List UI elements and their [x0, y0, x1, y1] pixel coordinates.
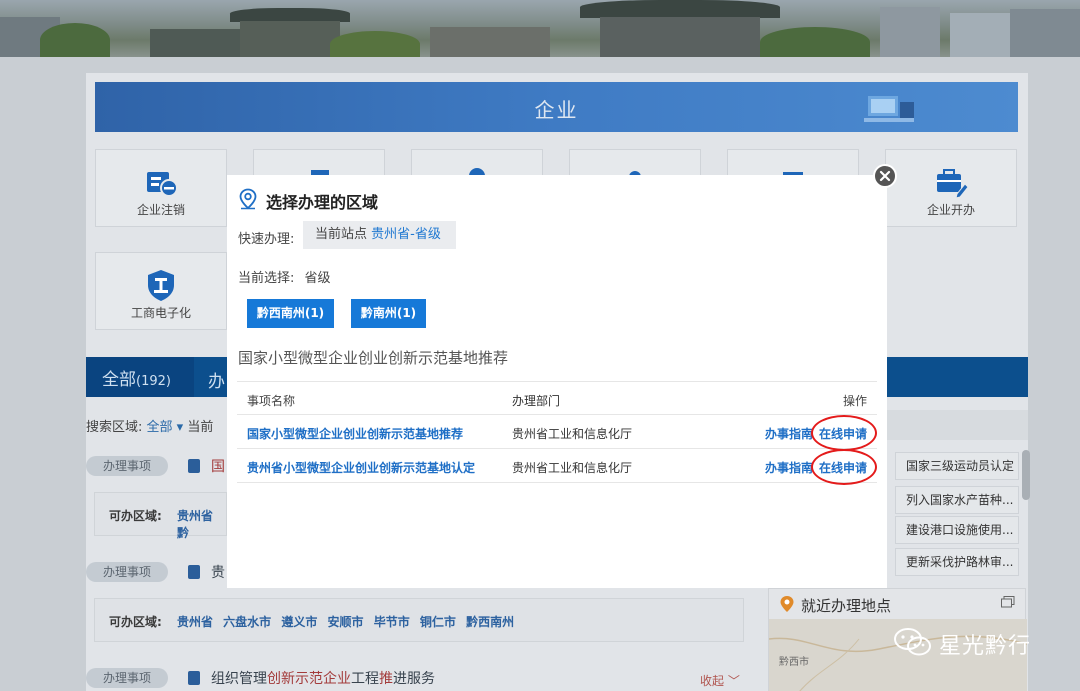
item-dept: 贵州省工业和信息化厅 [512, 461, 633, 475]
region-button-qianxinan[interactable]: 黔西南州(1) [247, 299, 334, 328]
id-card-minus-icon [147, 172, 178, 197]
side-list-header [887, 410, 1028, 440]
collapse-toggle[interactable]: 收起 ﹀ [700, 672, 740, 689]
bookmark-icon [188, 671, 200, 685]
region-label: 可办区域: [109, 509, 162, 523]
item-actions: 办事指南 在线申请 [765, 415, 877, 451]
region-button-qiannan[interactable]: 黔南州(1) [351, 299, 426, 328]
bookmark-icon [188, 459, 200, 473]
title-part: 组织管理 [211, 671, 267, 687]
tab-all[interactable]: 全部(192) [86, 357, 194, 397]
briefcase-edit-icon [937, 169, 969, 199]
watermark-text: 星光黔行 [939, 634, 1032, 659]
title-highlight: 创新示范企业 [267, 671, 351, 687]
side-list-item[interactable]: 列入国家水产苗种... [895, 486, 1019, 514]
map-label: 黔西市 [779, 657, 809, 668]
tile-enterprise-open[interactable]: 企业开办 [885, 149, 1017, 227]
title-part: 进服务 [393, 671, 435, 687]
tab-handle[interactable]: 办 [208, 367, 225, 392]
quick-handle-label: 快速办理: [238, 232, 295, 247]
site-prefix: 当前站点 [315, 227, 368, 242]
wechat-icon [894, 628, 931, 656]
side-list-item[interactable]: 国家三级运动员认定 [895, 452, 1019, 480]
site-value: 贵州省-省级 [371, 227, 441, 242]
highlight-circle [810, 415, 877, 451]
tile-label: 企业注销 [136, 203, 185, 217]
close-icon[interactable] [873, 164, 897, 188]
computer-illustration-icon [864, 96, 914, 122]
apply-online-link[interactable]: 在线申请 [810, 415, 877, 451]
apply-online-link[interactable]: 在线申请 [810, 449, 877, 485]
bookmark-icon [188, 565, 200, 579]
row-tag: 办理事项 [86, 668, 168, 688]
row-title[interactable]: 国 [211, 456, 225, 476]
search-area-filter: 搜索区域: 全部 ▾ 当前 [86, 416, 213, 435]
header-action: 操作 [842, 394, 867, 408]
tile-business-electronic[interactable]: 工商电子化 [95, 252, 227, 330]
current-selection-label: 当前选择: [238, 271, 295, 286]
search-area-select[interactable]: 全部 ▾ [147, 420, 184, 435]
row-title[interactable]: 组织管理创新示范企业工程推进服务 [211, 668, 435, 688]
tab-all-label: 全部 [102, 370, 136, 390]
tile-label: 企业开办 [926, 203, 975, 217]
table-header: 事项名称 办理部门 操作 [237, 381, 877, 415]
current-selection: 当前选择: 省级 [238, 267, 331, 286]
window-copy-icon[interactable] [1001, 596, 1015, 608]
header-name: 事项名称 [247, 394, 296, 408]
search-area-label: 搜索区域: [86, 420, 143, 435]
search-current-label: 当前 [187, 420, 214, 435]
category-hero: 企业 [95, 82, 1018, 132]
row-tag: 办理事项 [86, 562, 168, 582]
guide-link[interactable]: 办事指南 [765, 461, 813, 475]
region-values: 贵州省 黔 [177, 509, 214, 540]
header-dept: 办理部门 [512, 394, 561, 408]
item-name-link[interactable]: 国家小型微型企业创业创新示范基地推荐 [247, 425, 463, 442]
guide-link[interactable]: 办事指南 [765, 427, 813, 441]
region-box: 可办区域: 贵州省 黔 [94, 492, 227, 540]
title-highlight: 推 [379, 671, 393, 687]
header-banner [0, 0, 1080, 57]
nearby-title: 就近办理地点 [801, 597, 892, 615]
highlight-circle [810, 449, 877, 485]
item-name-link[interactable]: 贵州省小型微型企业创业创新示范基地认定 [247, 459, 475, 476]
region-box: 可办区域: 贵州省 六盘水市 遵义市 安顺市 毕节市 铜仁市 黔西南州 [94, 598, 744, 642]
row-title[interactable]: 贵 [211, 562, 225, 582]
title-part: 工程 [351, 671, 379, 687]
side-list-item[interactable]: 建设港口设施使用... [895, 516, 1019, 544]
table-row: 国家小型微型企业创业创新示范基地推荐 贵州省工业和信息化厅 办事指南 在线申请 [237, 415, 877, 451]
side-list-scrollbar[interactable] [1022, 450, 1030, 500]
item-section-title: 国家小型微型企业创业创新示范基地推荐 [238, 349, 509, 367]
tab-all-count: (192) [136, 374, 171, 389]
current-site-chip[interactable]: 当前站点 贵州省-省级 [303, 221, 456, 249]
tab-bar-right [887, 357, 1028, 397]
items-table: 事项名称 办理部门 操作 国家小型微型企业创业创新示范基地推荐 贵州省工业和信息… [237, 381, 877, 485]
current-selection-value: 省级 [304, 271, 331, 286]
item-actions: 办事指南 在线申请 [765, 449, 877, 485]
region-values: 贵州省 六盘水市 遵义市 安顺市 毕节市 铜仁市 黔西南州 [177, 615, 515, 629]
tile-label: 工商电子化 [130, 306, 191, 320]
table-row: 贵州省小型微型企业创业创新示范基地认定 贵州省工业和信息化厅 办事指南 在线申请 [237, 449, 877, 485]
tile-enterprise-cancel[interactable]: 企业注销 [95, 149, 227, 227]
dialog-title: 选择办理的区域 [266, 193, 379, 212]
region-label: 可办区域: [109, 615, 162, 629]
region-select-dialog: 选择办理的区域 快速办理: 当前站点 贵州省-省级 当前选择: 省级 黔西南州(… [227, 175, 887, 588]
location-pin-icon [780, 596, 794, 612]
row-tag: 办理事项 [86, 456, 168, 476]
location-pin-icon [239, 188, 257, 210]
side-list-item[interactable]: 更新采伐护路林审... [895, 548, 1019, 576]
shield-work-icon [148, 270, 174, 301]
item-dept: 贵州省工业和信息化厅 [512, 427, 633, 441]
